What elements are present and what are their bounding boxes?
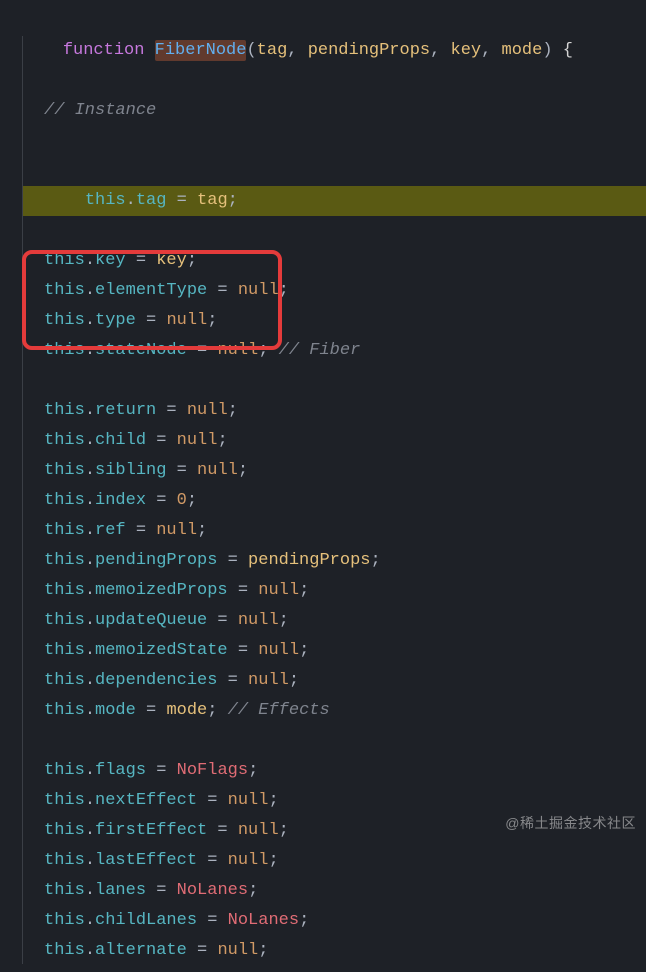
code-line-tag: this.tag = tag; bbox=[22, 126, 646, 246]
param-mode: mode bbox=[502, 41, 543, 60]
code-line-pendingProps: this.pendingProps = pendingProps; bbox=[22, 546, 646, 576]
code-line-stateNode: this.stateNode = null; // Fiber bbox=[22, 336, 646, 366]
code-line-sibling: this.sibling = null; bbox=[22, 456, 646, 486]
code-line-comment-instance: // Instance bbox=[22, 96, 646, 126]
code-line-child: this.child = null; bbox=[22, 426, 646, 456]
function-name: FiberNode bbox=[155, 40, 247, 61]
code-line-memoizedState: this.memoizedState = null; bbox=[22, 636, 646, 666]
code-line-flags: this.flags = NoFlags; bbox=[22, 756, 646, 786]
code-line-blank bbox=[22, 726, 646, 756]
param-key: key bbox=[451, 41, 482, 60]
keyword-function: function bbox=[63, 41, 145, 60]
code-line-index: this.index = 0; bbox=[22, 486, 646, 516]
param-tag: tag bbox=[257, 41, 288, 60]
code-line-updateQueue: this.updateQueue = null; bbox=[22, 606, 646, 636]
open-brace: { bbox=[563, 41, 573, 60]
code-line-type: this.type = null; bbox=[22, 306, 646, 336]
code-line-dependencies: this.dependencies = null; bbox=[22, 666, 646, 696]
code-line-lastEffect: this.lastEffect = null; bbox=[22, 846, 646, 876]
code-line-return: this.return = null; bbox=[22, 396, 646, 426]
code-line-lanes: this.lanes = NoLanes; bbox=[22, 876, 646, 906]
code-line-memoizedProps: this.memoizedProps = null; bbox=[22, 576, 646, 606]
code-line-childLanes: this.childLanes = NoLanes; bbox=[22, 906, 646, 936]
param-pendingProps: pendingProps bbox=[308, 41, 430, 60]
code-line-mode: this.mode = mode; // Effects bbox=[22, 696, 646, 726]
watermark-text: @稀土掘金技术社区 bbox=[505, 808, 636, 838]
code-line-signature: function FiberNode(tag, pendingProps, ke… bbox=[22, 6, 646, 96]
code-line-key: this.key = key; bbox=[22, 246, 646, 276]
code-line-elementType: this.elementType = null; bbox=[22, 276, 646, 306]
code-line-ref: this.ref = null; bbox=[22, 516, 646, 546]
code-line-blank bbox=[22, 366, 646, 396]
code-line-alternate: this.alternate = null; bbox=[22, 936, 646, 966]
